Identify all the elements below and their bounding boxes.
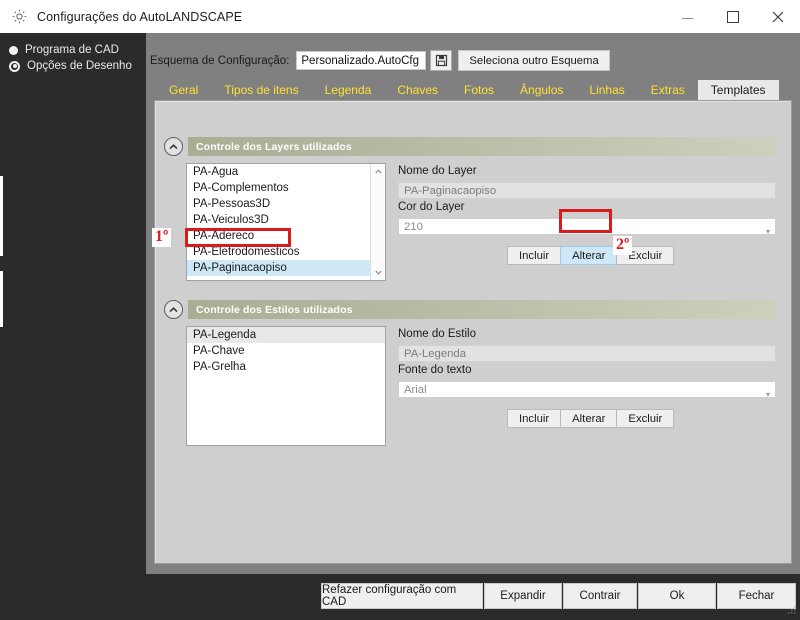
radio-label: Programa de CAD — [25, 44, 119, 56]
left-edge-sliver-top — [0, 176, 3, 256]
style-font-label: Fonte do texto — [398, 364, 472, 376]
chevron-down-icon: ▾ — [765, 227, 770, 235]
templates-panel: Controle dos Layers utilizados PA-Agua P… — [154, 100, 792, 564]
window-title: Configurações do AutoLANDSCAPE — [37, 9, 243, 24]
layers-listbox[interactable]: PA-Agua PA-Complementos PA-Pessoas3D PA-… — [186, 163, 386, 281]
annotation-marker-1: 1º — [152, 228, 172, 247]
layers-group-title: Controle dos Layers utilizados — [196, 140, 352, 153]
layer-color-label: Cor do Layer — [398, 201, 465, 213]
application-window: Configurações do AutoLANDSCAPE Programa … — [0, 0, 800, 614]
list-item[interactable]: PA-Grelha — [187, 359, 385, 375]
radio-selected-icon — [9, 60, 20, 72]
select-other-scheme-button[interactable]: Seleciona outro Esquema — [458, 50, 610, 71]
list-item-selected[interactable]: PA-Paginacaopiso — [187, 260, 385, 276]
list-item[interactable]: PA-Eletrodomesticos — [187, 244, 385, 260]
style-font-value: Arial — [404, 384, 427, 396]
layer-alterar-button[interactable]: Alterar — [560, 246, 618, 265]
chevron-down-icon: ▾ — [765, 390, 770, 398]
fechar-button[interactable]: Fechar — [717, 583, 796, 609]
radio-label: Opções de Desenho — [27, 60, 132, 72]
tab-bar: Geral Tipos de itens Legenda Chaves Foto… — [156, 80, 796, 100]
list-item[interactable]: PA-Complementos — [187, 180, 385, 196]
styles-listbox[interactable]: PA-Legenda PA-Chave PA-Grelha — [186, 326, 386, 446]
scheme-label: Esquema de Configuração: — [150, 54, 290, 67]
layers-group-bar: Controle dos Layers utilizados — [188, 137, 776, 156]
radio-programa-de-cad[interactable]: Programa de CAD — [9, 42, 119, 58]
annotation-marker-2: 2º — [613, 236, 633, 255]
tab-chaves[interactable]: Chaves — [384, 81, 451, 100]
save-disk-icon[interactable] — [430, 50, 453, 71]
style-name-field: PA-Legenda — [398, 345, 776, 362]
style-action-buttons: Incluir Alterar Excluir — [507, 409, 675, 428]
layer-name-field: PA-Paginacaopiso — [398, 182, 776, 199]
layer-incluir-button[interactable]: Incluir — [507, 246, 562, 265]
tab-templates[interactable]: Templates — [697, 80, 779, 100]
chevron-up-icon[interactable] — [164, 137, 183, 156]
list-item[interactable]: PA-Pessoas3D — [187, 196, 385, 212]
style-font-combo[interactable]: Arial ▾ — [398, 381, 776, 398]
list-item[interactable]: PA-Agua — [187, 164, 385, 180]
styles-group-title: Controle dos Estilos utilizados — [196, 303, 353, 316]
tab-tipos-de-itens[interactable]: Tipos de itens — [211, 81, 311, 100]
list-item[interactable]: PA-Veiculos3D — [187, 212, 385, 228]
style-name-label: Nome do Estilo — [398, 328, 476, 340]
maximize-icon[interactable] — [710, 1, 755, 33]
radio-dot-icon — [9, 45, 18, 55]
tab-linhas[interactable]: Linhas — [576, 81, 637, 100]
ok-button[interactable]: Ok — [638, 583, 716, 609]
minimize-icon[interactable] — [665, 1, 710, 33]
layer-name-label: Nome do Layer — [398, 165, 477, 177]
tab-angulos[interactable]: Ângulos — [507, 81, 576, 100]
settings-dialog: Esquema de Configuração: Personalizado.A… — [146, 33, 800, 574]
list-item-selected[interactable]: PA-Legenda — [187, 327, 385, 343]
close-icon[interactable] — [755, 1, 800, 33]
chevron-up-icon[interactable] — [164, 300, 183, 319]
style-incluir-button[interactable]: Incluir — [507, 409, 562, 428]
left-edge-sliver-bottom — [0, 271, 3, 327]
refazer-configuracao-button[interactable]: Refazer configuração com CAD — [321, 583, 483, 609]
layer-action-buttons: Incluir Alterar Excluir — [507, 246, 675, 265]
gear-icon — [11, 8, 28, 25]
scheme-input[interactable]: Personalizado.AutoCfg — [296, 51, 427, 70]
style-excluir-button[interactable]: Excluir — [616, 409, 675, 428]
list-item[interactable]: PA-Chave — [187, 343, 385, 359]
tab-geral[interactable]: Geral — [156, 81, 211, 100]
tab-extras[interactable]: Extras — [638, 81, 698, 100]
layer-color-combo[interactable]: 210 ▾ — [398, 218, 776, 235]
scroll-up-icon[interactable] — [371, 164, 385, 179]
contrair-button[interactable]: Contrair — [563, 583, 637, 609]
title-bar: Configurações do AutoLANDSCAPE — [0, 0, 800, 34]
scheme-row: Esquema de Configuração: Personalizado.A… — [150, 50, 610, 71]
tab-fotos[interactable]: Fotos — [451, 81, 507, 100]
style-alterar-button[interactable]: Alterar — [560, 409, 618, 428]
styles-group-bar: Controle dos Estilos utilizados — [188, 300, 776, 319]
left-options-rail: Programa de CAD Opções de Desenho — [0, 33, 146, 614]
list-item[interactable]: PA-Adereco — [187, 228, 385, 244]
styles-group-header[interactable]: Controle dos Estilos utilizados — [164, 300, 776, 319]
scroll-down-icon[interactable] — [371, 265, 385, 280]
resize-grip-icon[interactable] — [787, 602, 797, 614]
footer-bar: Refazer configuração com CAD Expandir Co… — [0, 578, 800, 614]
layer-color-value: 210 — [404, 221, 423, 233]
radio-opcoes-de-desenho[interactable]: Opções de Desenho — [9, 58, 132, 74]
layers-scrollbar[interactable] — [370, 164, 385, 280]
layers-group-header[interactable]: Controle dos Layers utilizados — [164, 137, 776, 156]
tab-legenda[interactable]: Legenda — [312, 81, 385, 100]
expandir-button[interactable]: Expandir — [484, 583, 562, 609]
